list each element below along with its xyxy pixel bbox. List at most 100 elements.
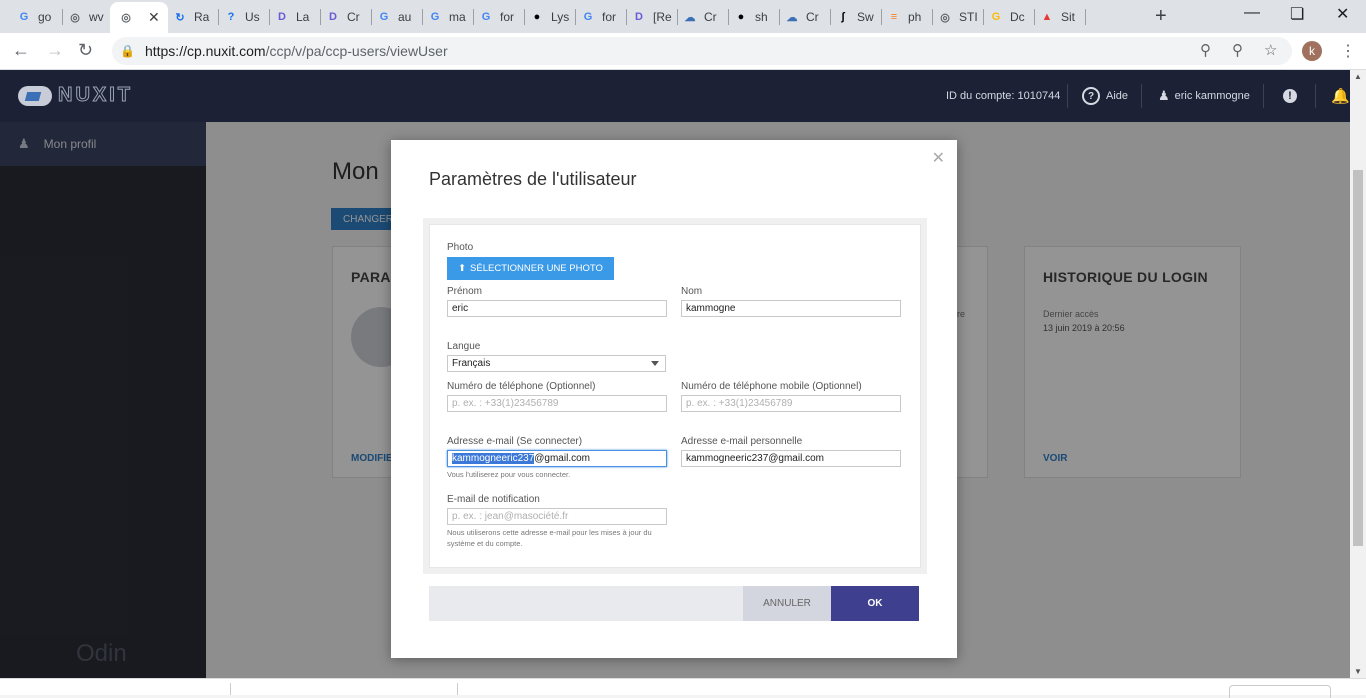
- question-icon: ?: [227, 11, 235, 23]
- browser-tab[interactable]: Gau: [368, 4, 423, 30]
- bookmark-star-icon[interactable]: ☆: [1264, 41, 1277, 59]
- help-icon: ?: [1082, 87, 1100, 105]
- browser-tab[interactable]: ◎ wv: [59, 4, 114, 30]
- browser-tab-label: sh: [755, 10, 768, 24]
- lastname-input[interactable]: kammogne: [681, 300, 901, 317]
- google-icon: G: [19, 11, 29, 23]
- browser-tab[interactable]: ◎ STI: [929, 4, 984, 30]
- help-link[interactable]: ? Aide: [1082, 70, 1128, 122]
- browser-tab-label: for: [602, 10, 617, 24]
- globe-icon: ◎: [70, 11, 80, 24]
- ok-button[interactable]: OK: [831, 586, 919, 621]
- browser-tab[interactable]: D [Re: [623, 4, 678, 30]
- browser-tab-label: Cr: [704, 10, 717, 24]
- browser-tab[interactable]: ʃ Sw: [827, 4, 882, 30]
- browser-tab-label: Cr: [806, 10, 819, 24]
- browser-tab[interactable]: ≡ ph: [878, 4, 933, 30]
- browser-tab-label: for: [500, 10, 515, 24]
- browser-tab[interactable]: D La: [266, 4, 321, 30]
- browser-tab[interactable]: Gfor: [572, 4, 627, 30]
- nuxit-logo[interactable]: NUXIT: [18, 84, 133, 107]
- back-icon[interactable]: ←: [12, 40, 30, 61]
- notifications-bell-icon[interactable]: 🔔: [1331, 70, 1350, 122]
- google-icon: G: [583, 11, 593, 23]
- login-email-label: Adresse e-mail (Se connecter): [447, 436, 583, 447]
- browser-tab[interactable]: ● Lys: [521, 4, 576, 30]
- mobile-input[interactable]: p. ex. : +33(1)23456789: [681, 395, 901, 412]
- download-item[interactable]: [1229, 685, 1331, 698]
- browser-tab-label: ma: [449, 10, 466, 24]
- close-window-button[interactable]: ✕: [1336, 4, 1349, 24]
- mobile-label: Numéro de téléphone mobile (Optionnel): [681, 381, 862, 392]
- language-select[interactable]: Français: [447, 355, 666, 372]
- browser-tab-label: Sw: [857, 10, 874, 24]
- browser-tab[interactable]: ☁ Cr: [674, 4, 729, 30]
- divider: [230, 683, 231, 695]
- lastname-label: Nom: [681, 286, 703, 297]
- personal-email-label: Adresse e-mail personnelle: [681, 436, 803, 447]
- globe-icon: ◎: [940, 11, 950, 24]
- google-icon: G: [430, 11, 440, 23]
- browser-tab[interactable]: Ggo: [8, 4, 63, 30]
- key-icon[interactable]: ⚲: [1200, 41, 1211, 59]
- github-icon: ●: [737, 11, 745, 23]
- url-bar[interactable]: 🔒 https://cp.nuxit.com/ccp/v/pa/ccp-user…: [112, 37, 1292, 65]
- zoom-icon[interactable]: ⚲: [1232, 41, 1243, 59]
- select-photo-label: SÉLECTIONNER UNE PHOTO: [470, 263, 603, 274]
- forward-icon[interactable]: →: [46, 40, 64, 61]
- browser-menu-icon[interactable]: ⋮: [1340, 41, 1356, 61]
- phone-input[interactable]: p. ex. : +33(1)23456789: [447, 395, 667, 412]
- symfony-icon: ʃ: [841, 11, 845, 23]
- browser-tab[interactable]: ● sh: [725, 4, 780, 30]
- login-email-input[interactable]: kammogneeric237 @gmail.com: [447, 450, 667, 467]
- account-id: ID du compte: 1010744: [946, 90, 1061, 102]
- browser-tab-label: La: [296, 10, 310, 24]
- user-settings-modal: ✕ Paramètres de l'utilisateur Photo ⬆ SÉ…: [391, 140, 957, 658]
- alerts-button[interactable]: !: [1283, 70, 1297, 122]
- user-menu[interactable]: ♟ eric kammogne: [1158, 70, 1250, 122]
- browser-tab-label: STI: [959, 10, 978, 24]
- browser-tab-label: Lys: [551, 10, 570, 24]
- browser-tab[interactable]: ◎ ✕: [110, 2, 168, 33]
- browser-tab[interactable]: ? Us: [215, 4, 270, 30]
- d-icon: D: [635, 11, 643, 23]
- browser-tab[interactable]: Gma: [419, 4, 474, 30]
- profile-avatar[interactable]: k: [1302, 41, 1322, 61]
- scroll-thumb[interactable]: [1353, 170, 1363, 546]
- firstname-input[interactable]: eric: [447, 300, 667, 317]
- browser-tab-label: Cr: [347, 10, 360, 24]
- github-icon: ●: [533, 11, 541, 23]
- cloud-logo-icon: [18, 85, 52, 106]
- scroll-up-icon[interactable]: ▲: [1354, 72, 1362, 81]
- browser-tab[interactable]: ▲ Sit: [1031, 4, 1086, 30]
- upload-icon: ⬆: [458, 263, 467, 274]
- restore-button[interactable]: ❏: [1290, 4, 1304, 24]
- cloud-icon: ☁: [684, 11, 696, 24]
- login-email-rest: @gmail.com: [534, 453, 590, 464]
- notif-email-input[interactable]: p. ex. : jean@masociété.fr: [447, 508, 667, 525]
- cancel-button[interactable]: ANNULER: [743, 586, 831, 621]
- scroll-down-icon[interactable]: ▼: [1354, 667, 1362, 676]
- browser-tab[interactable]: G Dc: [980, 4, 1035, 30]
- cloud-icon: ☁: [786, 11, 798, 24]
- close-icon[interactable]: ✕: [932, 148, 945, 168]
- download-bar: [0, 678, 1366, 698]
- select-photo-button[interactable]: ⬆ SÉLECTIONNER UNE PHOTO: [447, 257, 614, 280]
- browser-tab[interactable]: D Cr: [317, 4, 372, 30]
- user-icon: ♟: [1158, 88, 1170, 103]
- personal-email-input[interactable]: kammogneeric237@gmail.com: [681, 450, 901, 467]
- header-divider: [1315, 84, 1316, 108]
- browser-tab[interactable]: ☁ Cr: [776, 4, 831, 30]
- hat-icon: ▲: [1041, 11, 1053, 23]
- d-icon: D: [278, 11, 286, 23]
- reload-icon[interactable]: ↻: [78, 40, 93, 61]
- page-scrollbar[interactable]: ▲ ▼: [1350, 70, 1366, 678]
- browser-tab[interactable]: ↻ Ra: [164, 4, 219, 30]
- minimize-button[interactable]: —: [1244, 4, 1260, 22]
- tab-separator: [1085, 9, 1086, 25]
- language-value: Français: [452, 358, 491, 369]
- selected-text: kammogneeric237: [452, 453, 535, 464]
- close-tab-icon[interactable]: ✕: [148, 9, 160, 26]
- browser-tab[interactable]: Gfor: [470, 4, 525, 30]
- new-tab-button[interactable]: +: [1155, 5, 1167, 28]
